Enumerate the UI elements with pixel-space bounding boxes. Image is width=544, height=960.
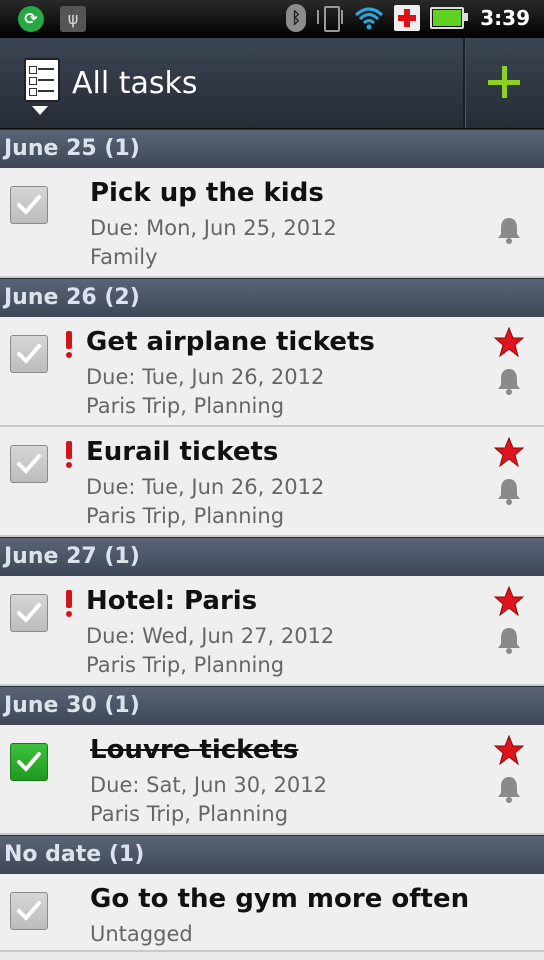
task-tags: Paris Trip, Planning — [86, 504, 285, 528]
priority-icon — [66, 441, 72, 468]
dropdown-caret-icon — [32, 106, 48, 115]
task-item[interactable]: Get airplane tickets Due: Tue, Jun 26, 2… — [0, 317, 544, 427]
section-header: June 30 (1) — [0, 686, 544, 725]
bell-icon[interactable] — [496, 216, 522, 244]
task-due-date: Due: Tue, Jun 26, 2012 — [86, 365, 325, 389]
medical-icon — [394, 5, 421, 31]
task-due-date: Due: Tue, Jun 26, 2012 — [86, 475, 325, 499]
task-checkbox[interactable] — [10, 892, 48, 930]
task-tags: Paris Trip, Planning — [86, 653, 285, 677]
section-header: June 25 (1) — [0, 129, 544, 168]
task-checkbox[interactable] — [10, 594, 48, 632]
battery-icon — [430, 7, 469, 29]
task-checkbox[interactable] — [10, 743, 48, 781]
plus-icon-stroke — [502, 66, 507, 98]
star-icon[interactable] — [494, 437, 524, 467]
task-list[interactable]: June 25 (1) Pick up the kids Due: Mon, J… — [0, 129, 544, 960]
task-checkbox[interactable] — [10, 445, 48, 483]
task-tags: Family — [90, 245, 158, 269]
task-title: Eurail tickets — [86, 437, 279, 467]
bell-icon[interactable] — [496, 367, 522, 395]
task-item[interactable]: Hotel: Paris Due: Wed, Jun 27, 2012 Pari… — [0, 576, 544, 686]
status-bar: ⟳ ψ ᛒ 3:39 — [0, 0, 544, 38]
task-item[interactable]: Go to the gym more often Untagged — [0, 874, 544, 952]
add-task-button[interactable] — [466, 38, 544, 128]
vibrate-icon — [316, 4, 344, 32]
section-header: No date (1) — [0, 835, 544, 874]
star-icon[interactable] — [494, 735, 524, 765]
task-item[interactable]: Pick up the kids Due: Mon, Jun 25, 2012 … — [0, 168, 544, 278]
task-title: Go to the gym more often — [90, 884, 470, 914]
task-due-date: Due: Sat, Jun 30, 2012 — [90, 773, 327, 797]
task-checkbox[interactable] — [10, 335, 48, 373]
section-header: June 26 (2) — [0, 278, 544, 317]
task-tags: Paris Trip, Planning — [90, 802, 289, 826]
sync-icon: ⟳ — [18, 6, 44, 32]
priority-icon — [66, 590, 72, 617]
star-icon[interactable] — [494, 586, 524, 616]
task-item[interactable]: Eurail tickets Due: Tue, Jun 26, 2012 Pa… — [0, 427, 544, 537]
status-time: 3:39 — [480, 6, 530, 30]
task-tags: Paris Trip, Planning — [86, 394, 285, 418]
wifi-icon — [354, 5, 384, 31]
action-bar: All tasks — [0, 38, 544, 129]
bluetooth-icon: ᛒ — [286, 4, 307, 32]
section-header: June 27 (1) — [0, 537, 544, 576]
priority-icon — [66, 331, 72, 358]
bell-icon[interactable] — [496, 626, 522, 654]
usb-icon: ψ — [60, 6, 86, 32]
bell-icon[interactable] — [496, 775, 522, 803]
task-title: Hotel: Paris — [86, 586, 258, 616]
task-title: Pick up the kids — [90, 178, 324, 208]
task-due-date: Due: Mon, Jun 25, 2012 — [90, 216, 337, 240]
task-checkbox[interactable] — [10, 186, 48, 224]
star-icon[interactable] — [494, 327, 524, 357]
task-title: Louvre tickets — [90, 735, 299, 765]
bell-icon[interactable] — [496, 477, 522, 505]
task-title: Get airplane tickets — [86, 327, 375, 357]
page-title: All tasks — [72, 66, 198, 101]
task-tags: Untagged — [90, 922, 193, 946]
task-list-icon — [24, 58, 60, 102]
task-due-date: Due: Wed, Jun 27, 2012 — [86, 624, 335, 648]
task-item[interactable]: Louvre tickets Due: Sat, Jun 30, 2012 Pa… — [0, 725, 544, 835]
